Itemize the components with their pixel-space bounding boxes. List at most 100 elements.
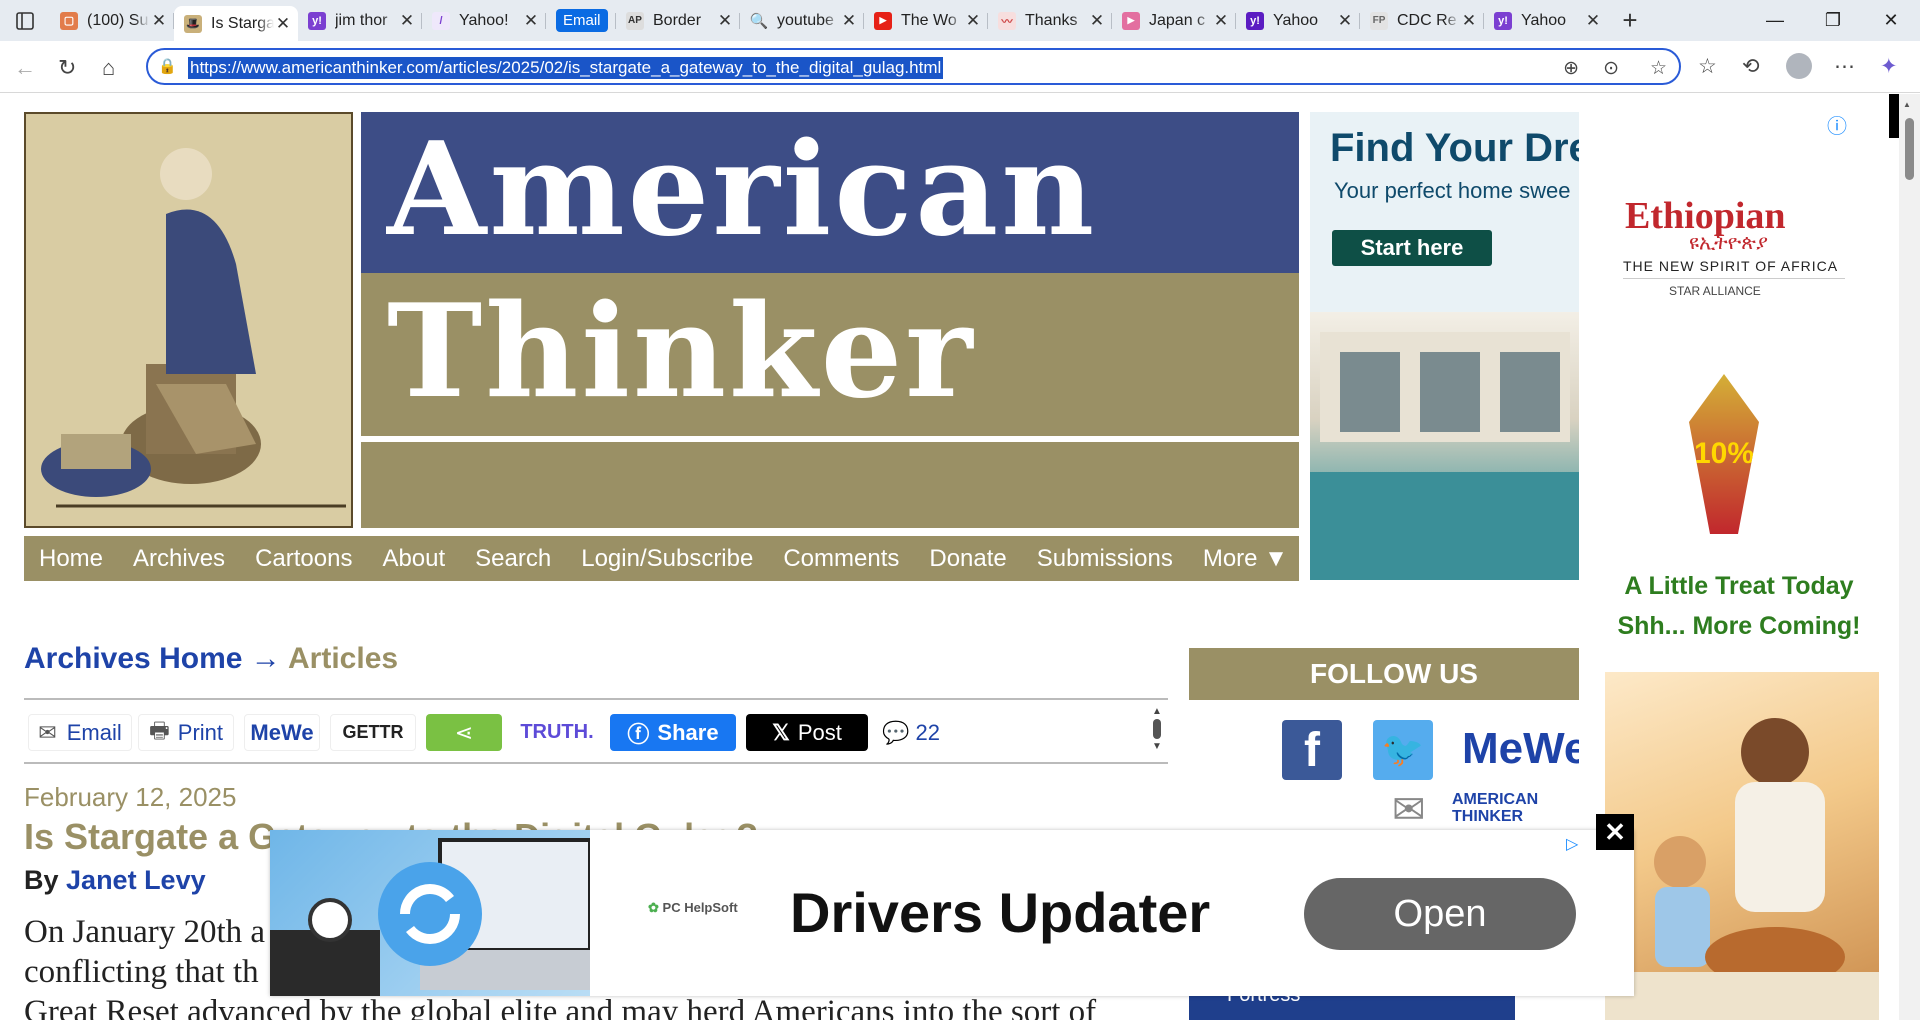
scroll-up-icon[interactable]: ▲	[1150, 706, 1164, 717]
print-button[interactable]: 🖶 Print	[138, 714, 234, 751]
tab-6[interactable]: AP Border ✕	[616, 5, 740, 37]
share-bar: ✉ Email 🖶 Print MeWe GETTR ⋖ TRUTH. ⓕ Share…	[24, 698, 1168, 764]
ad-open-button[interactable]: Open	[1304, 878, 1576, 950]
tab-3[interactable]: y! jim thor ✕	[298, 5, 422, 37]
close-icon[interactable]: ✕	[522, 11, 540, 31]
minimize-icon[interactable]: —	[1746, 10, 1804, 31]
tab-4[interactable]: / Yahoo! ✕	[422, 5, 546, 37]
close-icon[interactable]: ✕	[1212, 11, 1230, 31]
menu-comments[interactable]: Comments	[768, 545, 914, 573]
menu-search[interactable]: Search	[460, 545, 566, 573]
close-icon[interactable]: ✕	[840, 11, 858, 31]
menu-donate[interactable]: Donate	[914, 545, 1021, 573]
hat-icon: 🎩	[184, 14, 202, 33]
close-icon[interactable]: ✕	[150, 11, 168, 31]
tab-title: Border	[653, 11, 702, 29]
tab-1[interactable]: ▢ (100) Su ✕	[50, 5, 174, 37]
yahoo-icon: y!	[308, 11, 326, 30]
menu-submissions[interactable]: Submissions	[1022, 545, 1188, 573]
refresh-icon[interactable]: ↻	[58, 55, 76, 81]
close-icon[interactable]: ✕	[964, 11, 982, 31]
tab-5[interactable]: Email	[546, 5, 616, 37]
close-icon[interactable]: ✕	[1336, 11, 1354, 31]
tab-7[interactable]: 🔍 youtube ✕	[740, 5, 864, 37]
tab-9[interactable]: 〰 Thanks ✕	[988, 5, 1112, 37]
ad-headline: Find Your Dre	[1330, 126, 1580, 170]
address-field[interactable]: 🔒 https://www.americanthinker.com/articl…	[146, 48, 1681, 85]
share-scrollbar[interactable]: ▲ ▼	[1150, 706, 1164, 758]
share-icon-button[interactable]: ⋖	[426, 714, 502, 751]
breadcrumb-archives-home[interactable]: Archives Home	[24, 642, 242, 675]
scroll-up-icon[interactable]: ▲	[1903, 100, 1911, 109]
tab-12[interactable]: FP CDC Re ✕	[1360, 5, 1484, 37]
menu-about[interactable]: About	[367, 545, 460, 573]
mewe-follow-icon[interactable]: MeWe	[1462, 724, 1588, 774]
newsletter-signup[interactable]: ✉ AMERICAN THINKER NEWSLETTER	[1392, 787, 1592, 827]
facebook-share-button[interactable]: ⓕ Share	[610, 714, 736, 751]
back-icon[interactable]: ←	[14, 55, 36, 81]
site-banner[interactable]: American Thinker	[361, 112, 1299, 528]
email-share-button[interactable]: ✉ Email	[28, 714, 132, 751]
copilot-icon[interactable]: ✦	[1880, 54, 1898, 79]
tab-13[interactable]: y! Yahoo ✕	[1484, 5, 1608, 37]
bottom-ad-close-icon[interactable]: ✕	[1596, 814, 1634, 850]
tab-2-active[interactable]: 🎩 Is Starga ✕	[174, 6, 298, 41]
close-icon[interactable]: ✕	[1584, 11, 1602, 31]
site-info-icon[interactable]: 🔒	[158, 57, 177, 75]
new-tab-icon[interactable]: +	[1608, 5, 1652, 36]
mewe-share-button[interactable]: MeWe	[244, 714, 320, 751]
comments-count-button[interactable]: 💬 22	[876, 714, 946, 751]
tab-10[interactable]: ▶ Japan c ✕	[1112, 5, 1236, 37]
x-post-button[interactable]: 𝕏 Post	[746, 714, 868, 751]
ad-info-icon[interactable]: ⓘ	[1827, 110, 1847, 139]
email-tab-label: Email	[556, 9, 608, 32]
real-estate-ad[interactable]: Find Your Dre Your perfect home swee Sta…	[1310, 112, 1580, 580]
scroll-down-icon[interactable]: ▼	[1150, 741, 1164, 752]
ad-choices-icon[interactable]: ▷	[1566, 834, 1578, 854]
author-link[interactable]: Janet Levy	[66, 865, 206, 895]
ad-subline: Your perfect home swee	[1334, 178, 1571, 203]
truth-share-button[interactable]: TRUTH.	[512, 714, 602, 751]
restore-icon[interactable]: ❐	[1804, 10, 1862, 31]
menu-archives[interactable]: Archives	[118, 545, 240, 573]
page-scrollbar[interactable]: ▲	[1899, 94, 1920, 1020]
tab-actions-icon[interactable]	[0, 11, 50, 30]
scroll-thumb[interactable]	[1153, 719, 1161, 739]
close-icon[interactable]: ✕	[1460, 11, 1478, 31]
home-icon[interactable]: ⌂	[102, 55, 115, 81]
menu-login-subscribe[interactable]: Login/Subscribe	[566, 545, 768, 573]
profile-avatar-icon[interactable]	[1786, 53, 1812, 79]
menu-more[interactable]: More ▼	[1188, 545, 1303, 573]
close-icon[interactable]: ✕	[716, 11, 734, 31]
printer-icon: 🖶	[148, 717, 170, 743]
window-close-icon[interactable]: ✕	[1862, 10, 1920, 31]
breadcrumb-articles[interactable]: Articles	[288, 642, 398, 675]
menu-cartoons[interactable]: Cartoons	[240, 545, 367, 573]
url-text[interactable]: https://www.americanthinker.com/articles…	[188, 57, 944, 79]
zoom-icon[interactable]: ⊕	[1563, 57, 1579, 80]
ad-promo-line-2: Shh... More Coming!	[1617, 612, 1861, 640]
menu-home[interactable]: Home	[24, 545, 118, 573]
more-menu-icon[interactable]: ⋯	[1834, 54, 1855, 79]
tab-8[interactable]: ▶ The Wo ✕	[864, 5, 988, 37]
twitter-follow-icon[interactable]: 🐦	[1373, 720, 1433, 780]
uncle-sam-thinker-logo[interactable]	[24, 112, 353, 528]
family-cooking-photo	[1605, 672, 1879, 1020]
favorite-star-icon[interactable]: ☆	[1650, 57, 1667, 80]
tab-11[interactable]: y! Yahoo ✕	[1236, 5, 1360, 37]
favorites-icon[interactable]: ☆	[1698, 54, 1717, 79]
history-icon[interactable]: ⟲	[1742, 54, 1760, 79]
close-icon[interactable]: ✕	[398, 11, 416, 31]
ad-start-button[interactable]: Start here	[1332, 230, 1492, 266]
star-alliance-label: STAR ALLIANCE	[1669, 284, 1761, 298]
pc-helpsoft-label: PC HelpSoft	[662, 900, 738, 915]
facebook-follow-icon[interactable]: f	[1282, 720, 1342, 780]
gettr-share-button[interactable]: GETTR	[330, 714, 416, 751]
close-icon[interactable]: ✕	[274, 14, 292, 34]
byline-prefix: By	[24, 865, 59, 895]
close-icon[interactable]: ✕	[1088, 11, 1106, 31]
page-scroll-thumb[interactable]	[1905, 118, 1914, 180]
drivers-updater-ad[interactable]: ✿ PC HelpSoft Drivers Updater Open ▷ ✕	[270, 814, 1634, 996]
yahoo-icon: y!	[1246, 11, 1264, 30]
reader-icon[interactable]: ⊙	[1603, 57, 1619, 80]
